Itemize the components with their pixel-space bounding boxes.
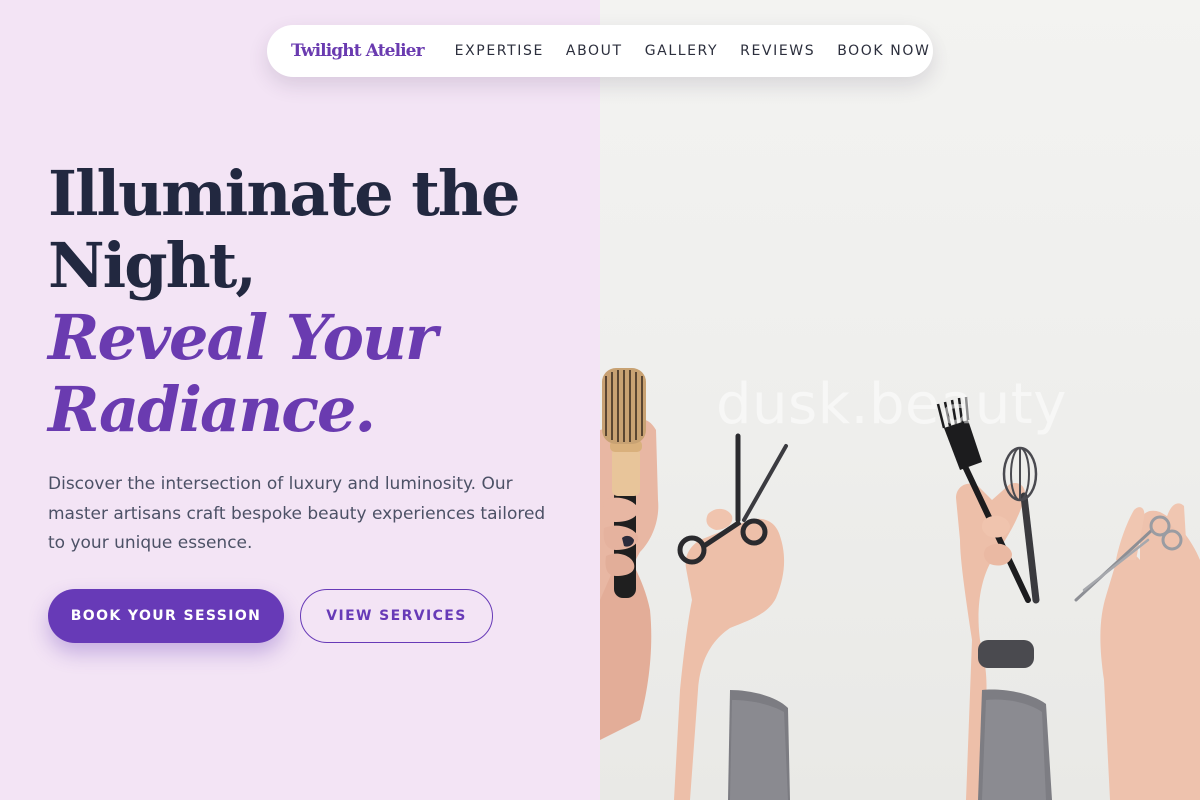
open-hand-scissors	[1074, 503, 1200, 800]
watermark-text: dusk.beauty	[716, 372, 1067, 437]
round-brush-hand	[600, 368, 659, 740]
book-session-button[interactable]: BOOK YOUR SESSION	[48, 589, 284, 643]
nav-link-book-now[interactable]: BOOK NOW	[837, 43, 930, 59]
nav-link-gallery[interactable]: GALLERY	[645, 43, 718, 59]
brand-logo[interactable]: Twilight Atelier	[291, 41, 425, 61]
nav-link-expertise[interactable]: EXPERTISE	[455, 43, 544, 59]
hero-heading-line-4: Radiance.	[48, 373, 376, 446]
nav-link-about[interactable]: ABOUT	[566, 43, 623, 59]
view-services-button[interactable]: VIEW SERVICES	[300, 589, 493, 643]
hero-heading-line-1: Illuminate the	[48, 157, 520, 230]
scissors-hand	[674, 433, 790, 800]
hero-image-panel: dusk.beauty	[600, 0, 1200, 800]
nav-link-reviews[interactable]: REVIEWS	[740, 43, 815, 59]
hero-heading-line-2: Night,	[48, 229, 257, 302]
hero-heading: Illuminate the Night, Reveal Your Radian…	[48, 158, 588, 446]
hero-description: Discover the intersection of luxury and …	[48, 474, 546, 553]
top-navbar: Twilight Atelier EXPERTISE ABOUT GALLERY…	[267, 25, 933, 77]
tint-brush-and-whisk-hand	[936, 396, 1052, 800]
hero-heading-line-3: Reveal Your	[48, 301, 438, 374]
